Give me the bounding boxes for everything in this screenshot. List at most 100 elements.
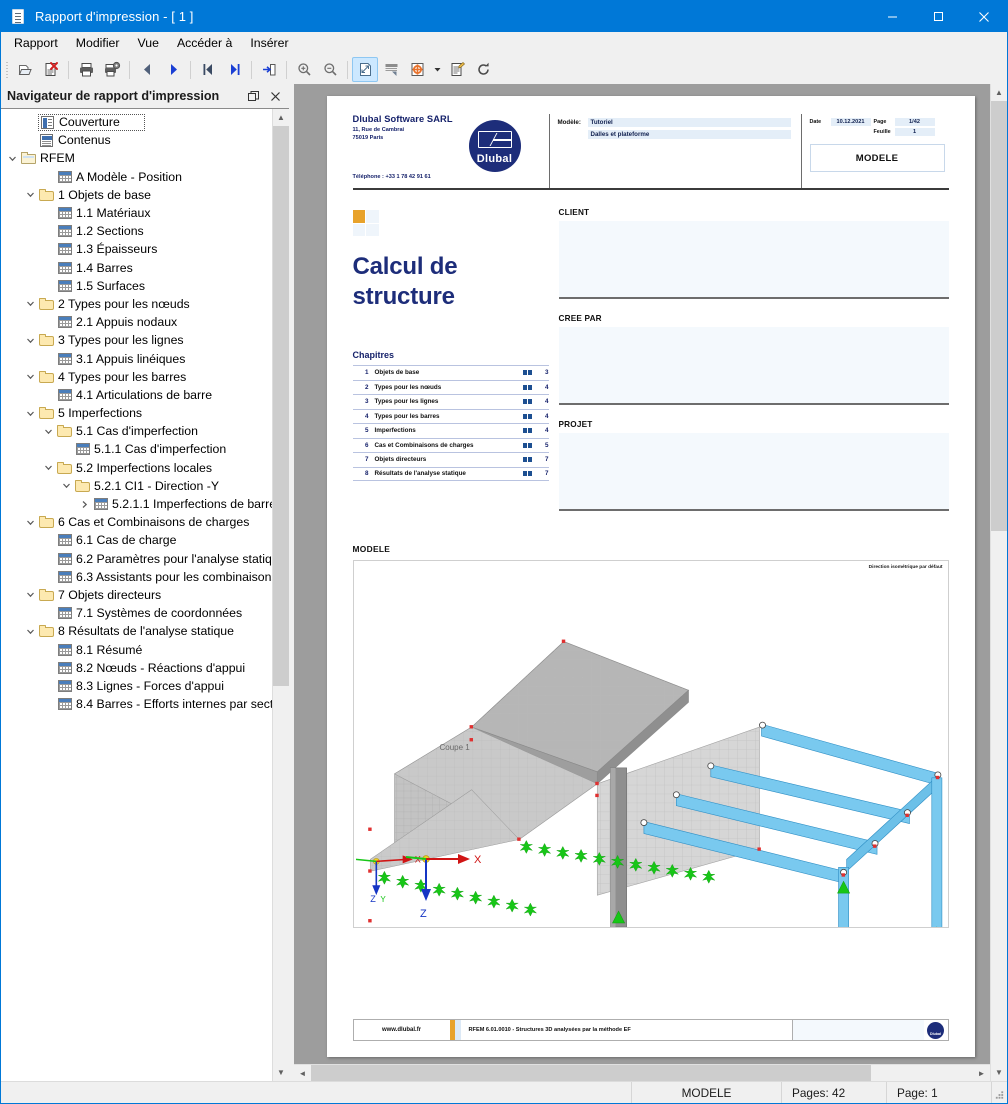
doc-scroll-left-icon[interactable]: ◄ bbox=[294, 1065, 311, 1081]
close-button[interactable] bbox=[961, 1, 1007, 32]
cree-par-field[interactable] bbox=[558, 327, 949, 405]
tree-item[interactable]: 3.1 Appuis linéiques bbox=[1, 349, 289, 367]
chevron-down-icon[interactable] bbox=[23, 190, 38, 199]
tree-item[interactable]: 8 Résultats de l'analyse statique bbox=[1, 622, 289, 640]
tree-item[interactable]: 6.2 Paramètres pour l'analyse statique bbox=[1, 550, 289, 568]
menu-modifier[interactable]: Modifier bbox=[67, 33, 129, 54]
chevron-down-icon[interactable] bbox=[41, 427, 56, 436]
chevron-down-icon[interactable] bbox=[23, 372, 38, 381]
page-setup-icon[interactable] bbox=[404, 57, 430, 82]
doc-scroll-down-icon[interactable]: ▼ bbox=[991, 1064, 1007, 1081]
tree-item[interactable]: 1.3 Épaisseurs bbox=[1, 240, 289, 258]
refresh-icon[interactable] bbox=[470, 57, 496, 82]
fit-page-icon[interactable] bbox=[352, 57, 378, 82]
tree-item[interactable]: 6.1 Cas de charge bbox=[1, 531, 289, 549]
chapter-row[interactable]: 7 Objets directeurs 7 bbox=[352, 452, 549, 467]
tree-item[interactable]: 5.2.1.1 Imperfections de barre bbox=[1, 495, 289, 513]
fit-width-icon[interactable] bbox=[378, 57, 404, 82]
navigator-scrollbar[interactable]: ▲ ▼ bbox=[272, 109, 289, 1081]
delete-report-icon[interactable] bbox=[38, 57, 64, 82]
chevron-down-icon[interactable] bbox=[23, 409, 38, 418]
footer-url[interactable]: www.dlubal.fr bbox=[354, 1027, 450, 1033]
menu-vue[interactable]: Vue bbox=[129, 33, 168, 54]
toolbar-grip[interactable] bbox=[4, 61, 10, 79]
document-horizontal-scrollbar[interactable]: ◄ ► bbox=[294, 1064, 990, 1081]
tree-item[interactable]: 7.1 Systèmes de coordonnées bbox=[1, 604, 289, 622]
chevron-down-icon[interactable] bbox=[59, 481, 74, 490]
tree-item[interactable]: 4.1 Articulations de barre bbox=[1, 386, 289, 404]
chapter-row[interactable]: 4 Types pour les barres 4 bbox=[352, 408, 549, 424]
zoom-in-icon[interactable] bbox=[291, 57, 317, 82]
tree-item[interactable]: 6.3 Assistants pour les combinaisons bbox=[1, 568, 289, 586]
tree-item[interactable]: Couverture bbox=[1, 113, 289, 131]
print-icon[interactable] bbox=[73, 57, 99, 82]
tree-item[interactable]: 8.4 Barres - Efforts internes par sectio… bbox=[1, 695, 289, 713]
scroll-track[interactable] bbox=[273, 686, 289, 1064]
menu-rapport[interactable]: Rapport bbox=[5, 33, 67, 54]
menu-acceder-a[interactable]: Accéder à bbox=[168, 33, 241, 54]
projet-field[interactable] bbox=[558, 433, 949, 511]
doc-scroll-track[interactable] bbox=[991, 531, 1007, 1064]
tree-item[interactable]: 2.1 Appuis nodaux bbox=[1, 313, 289, 331]
doc-hscroll-track[interactable] bbox=[871, 1065, 973, 1081]
tree-item[interactable]: Contenus bbox=[1, 131, 289, 149]
tree-item[interactable]: 6 Cas et Combinaisons de charges bbox=[1, 513, 289, 531]
document-vertical-scrollbar[interactable]: ▲ ▼ bbox=[990, 84, 1007, 1081]
minimize-button[interactable] bbox=[869, 1, 915, 32]
tree-item[interactable]: 8.1 Résumé bbox=[1, 640, 289, 658]
chapter-row[interactable]: 5 Imperfections 4 bbox=[352, 423, 549, 438]
first-page-icon[interactable] bbox=[195, 57, 221, 82]
dropdown-arrow-icon[interactable] bbox=[430, 57, 444, 82]
doc-hscroll-thumb[interactable] bbox=[311, 1065, 871, 1081]
tree-item[interactable]: 5.2.1 CI1 - Direction -Y bbox=[1, 477, 289, 495]
doc-scroll-thumb[interactable] bbox=[991, 101, 1007, 531]
chapter-row[interactable]: 1 Objets de base 3 bbox=[352, 365, 549, 380]
tree-item[interactable]: 2 Types pour les nœuds bbox=[1, 295, 289, 313]
next-page-icon[interactable] bbox=[160, 57, 186, 82]
zoom-out-icon[interactable] bbox=[317, 57, 343, 82]
undock-panel-icon[interactable] bbox=[245, 88, 262, 105]
tree-item[interactable]: RFEM bbox=[1, 149, 289, 167]
tree-item[interactable]: 1.2 Sections bbox=[1, 222, 289, 240]
tree-item[interactable]: 5.1 Cas d'imperfection bbox=[1, 422, 289, 440]
chapter-row[interactable]: 3 Types pour les lignes 4 bbox=[352, 394, 549, 409]
chapter-row[interactable]: 8 Résultats de l'analyse statique 7 bbox=[352, 466, 549, 481]
tree-item[interactable]: 3 Types pour les lignes bbox=[1, 331, 289, 349]
scroll-down-icon[interactable]: ▼ bbox=[273, 1064, 289, 1081]
tree-item[interactable]: 1.4 Barres bbox=[1, 259, 289, 277]
go-to-page-icon[interactable] bbox=[256, 57, 282, 82]
tree-item[interactable]: 5.2 Imperfections locales bbox=[1, 459, 289, 477]
tree-item[interactable]: 1.1 Matériaux bbox=[1, 204, 289, 222]
print-settings-icon[interactable] bbox=[99, 57, 125, 82]
chevron-down-icon[interactable] bbox=[5, 154, 20, 163]
scroll-up-icon[interactable]: ▲ bbox=[273, 109, 289, 126]
tree-item[interactable]: 7 Objets directeurs bbox=[1, 586, 289, 604]
chevron-down-icon[interactable] bbox=[41, 463, 56, 472]
tree-item[interactable]: 1.5 Surfaces bbox=[1, 277, 289, 295]
previous-page-icon[interactable] bbox=[134, 57, 160, 82]
model-3d-view[interactable]: Direction isométrique par défaut Z Y X Z… bbox=[352, 560, 949, 928]
tree-item[interactable]: 8.3 Lignes - Forces d'appui bbox=[1, 677, 289, 695]
chevron-down-icon[interactable] bbox=[23, 518, 38, 527]
tree-item[interactable]: 5 Imperfections bbox=[1, 404, 289, 422]
tree-item[interactable]: A Modèle - Position bbox=[1, 168, 289, 186]
chevron-down-icon[interactable] bbox=[23, 627, 38, 636]
chevron-right-icon[interactable] bbox=[77, 500, 92, 509]
edit-report-icon[interactable] bbox=[444, 57, 470, 82]
doc-scroll-up-icon[interactable]: ▲ bbox=[991, 84, 1007, 101]
chevron-down-icon[interactable] bbox=[23, 299, 38, 308]
client-field[interactable] bbox=[558, 221, 949, 299]
menu-inserer[interactable]: Insérer bbox=[241, 33, 297, 54]
scroll-thumb[interactable] bbox=[273, 126, 289, 686]
doc-scroll-right-icon[interactable]: ► bbox=[973, 1065, 990, 1081]
close-panel-icon[interactable] bbox=[267, 88, 284, 105]
tree-item[interactable]: 5.1.1 Cas d'imperfection bbox=[1, 440, 289, 458]
open-report-icon[interactable] bbox=[12, 57, 38, 82]
tree-item[interactable]: 4 Types pour les barres bbox=[1, 368, 289, 386]
chapter-row[interactable]: 6 Cas et Combinaisons de charges 5 bbox=[352, 437, 549, 453]
tree-item[interactable]: 1 Objets de base bbox=[1, 186, 289, 204]
tree-item[interactable]: 8.2 Nœuds - Réactions d'appui bbox=[1, 659, 289, 677]
chapter-row[interactable]: 2 Types pour les nœuds 4 bbox=[352, 379, 549, 395]
last-page-icon[interactable] bbox=[221, 57, 247, 82]
chevron-down-icon[interactable] bbox=[23, 590, 38, 599]
